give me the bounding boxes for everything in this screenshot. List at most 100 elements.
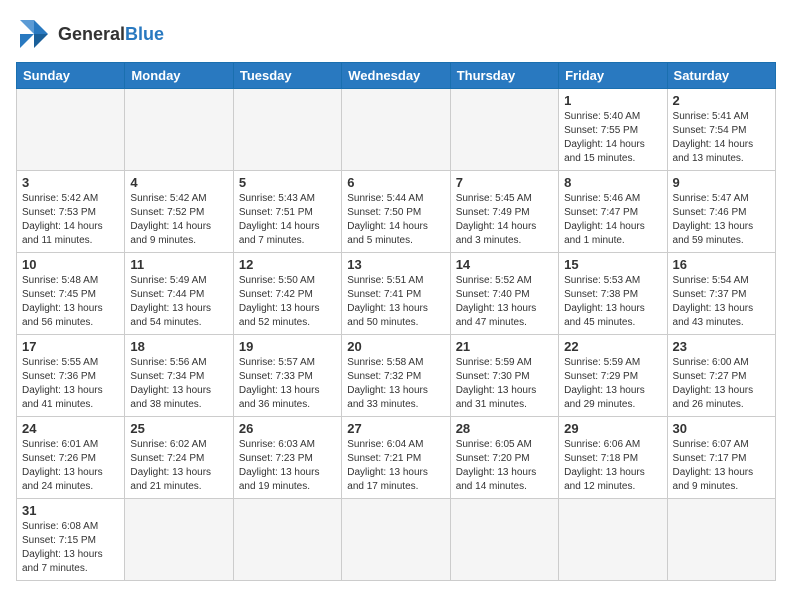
day-cell: 1 Sunrise: 5:40 AM Sunset: 7:55 PM Daylig…: [559, 89, 667, 171]
weekday-thursday: Thursday: [450, 63, 558, 89]
day-number: 15: [564, 257, 661, 272]
weekday-saturday: Saturday: [667, 63, 775, 89]
day-info: Sunrise: 5:40 AM Sunset: 7:55 PM Dayligh…: [564, 110, 661, 166]
day-cell: 21Sunrise: 5:59 AM Sunset: 7:30 PM Dayli…: [450, 335, 558, 417]
day-cell: [450, 499, 558, 581]
day-number: 17: [22, 339, 119, 354]
logo: GeneralBlue: [16, 16, 164, 52]
day-number: 23: [673, 339, 770, 354]
logo-text: GeneralBlue: [58, 24, 164, 45]
day-number: 10: [22, 257, 119, 272]
day-number: 2: [673, 93, 770, 108]
day-number: 24: [22, 421, 119, 436]
day-cell: [125, 499, 233, 581]
week-row-4: 24 Sunrise: 6:01 AM Sunset: 7:26 PM Dayli…: [17, 417, 776, 499]
day-cell: 22Sunrise: 5:59 AM Sunset: 7:29 PM Dayli…: [559, 335, 667, 417]
day-number: 5: [239, 175, 336, 190]
day-cell: 9 Sunrise: 5:47 AM Sunset: 7:46 PM Daylig…: [667, 171, 775, 253]
day-number: 28: [456, 421, 553, 436]
day-number: 1: [564, 93, 661, 108]
weekday-wednesday: Wednesday: [342, 63, 450, 89]
day-cell: [667, 499, 775, 581]
week-row-5: 31 Sunrise: 6:08 AM Sunset: 7:15 PM Dayli…: [17, 499, 776, 581]
day-cell: 17 Sunrise: 5:55 AM Sunset: 7:36 PM Dayli…: [17, 335, 125, 417]
day-number: 9: [673, 175, 770, 190]
logo-icon: [16, 16, 52, 52]
day-cell: 24 Sunrise: 6:01 AM Sunset: 7:26 PM Dayli…: [17, 417, 125, 499]
day-cell: 26 Sunrise: 6:03 AM Sunset: 7:23 PM Dayli…: [233, 417, 341, 499]
week-row-1: 3Sunrise: 5:42 AM Sunset: 7:53 PM Daylig…: [17, 171, 776, 253]
weekday-tuesday: Tuesday: [233, 63, 341, 89]
day-number: 26: [239, 421, 336, 436]
day-number: 14: [456, 257, 553, 272]
day-info: Sunrise: 5:47 AM Sunset: 7:46 PM Dayligh…: [673, 192, 770, 248]
day-number: 31: [22, 503, 119, 518]
day-info: Sunrise: 5:54 AM Sunset: 7:37 PM Dayligh…: [673, 274, 770, 330]
day-cell: 27 Sunrise: 6:04 AM Sunset: 7:21 PM Dayli…: [342, 417, 450, 499]
day-number: 25: [130, 421, 227, 436]
day-info: Sunrise: 5:45 AM Sunset: 7:49 PM Dayligh…: [456, 192, 553, 248]
day-number: 19: [239, 339, 336, 354]
weekday-friday: Friday: [559, 63, 667, 89]
day-cell: 6Sunrise: 5:44 AM Sunset: 7:50 PM Daylig…: [342, 171, 450, 253]
day-info: Sunrise: 6:01 AM Sunset: 7:26 PM Dayligh…: [22, 438, 119, 494]
day-number: 22: [564, 339, 661, 354]
day-cell: 19 Sunrise: 5:57 AM Sunset: 7:33 PM Dayli…: [233, 335, 341, 417]
day-info: Sunrise: 5:57 AM Sunset: 7:33 PM Dayligh…: [239, 356, 336, 412]
day-number: 12: [239, 257, 336, 272]
day-cell: [559, 499, 667, 581]
day-info: Sunrise: 5:48 AM Sunset: 7:45 PM Dayligh…: [22, 274, 119, 330]
day-info: Sunrise: 5:50 AM Sunset: 7:42 PM Dayligh…: [239, 274, 336, 330]
day-number: 30: [673, 421, 770, 436]
week-row-3: 17 Sunrise: 5:55 AM Sunset: 7:36 PM Dayli…: [17, 335, 776, 417]
day-number: 29: [564, 421, 661, 436]
day-info: Sunrise: 6:05 AM Sunset: 7:20 PM Dayligh…: [456, 438, 553, 494]
day-cell: [342, 89, 450, 171]
day-number: 4: [130, 175, 227, 190]
day-cell: 23 Sunrise: 6:00 AM Sunset: 7:27 PM Dayli…: [667, 335, 775, 417]
day-cell: 18Sunrise: 5:56 AM Sunset: 7:34 PM Dayli…: [125, 335, 233, 417]
weekday-monday: Monday: [125, 63, 233, 89]
day-info: Sunrise: 5:53 AM Sunset: 7:38 PM Dayligh…: [564, 274, 661, 330]
day-number: 20: [347, 339, 444, 354]
header: GeneralBlue: [16, 16, 776, 52]
day-cell: 15 Sunrise: 5:53 AM Sunset: 7:38 PM Dayli…: [559, 253, 667, 335]
day-info: Sunrise: 5:55 AM Sunset: 7:36 PM Dayligh…: [22, 356, 119, 412]
day-info: Sunrise: 5:51 AM Sunset: 7:41 PM Dayligh…: [347, 274, 444, 330]
day-info: Sunrise: 5:41 AM Sunset: 7:54 PM Dayligh…: [673, 110, 770, 166]
day-info: Sunrise: 5:59 AM Sunset: 7:30 PM Dayligh…: [456, 356, 553, 412]
day-cell: 25Sunrise: 6:02 AM Sunset: 7:24 PM Dayli…: [125, 417, 233, 499]
weekday-header-row: SundayMondayTuesdayWednesdayThursdayFrid…: [17, 63, 776, 89]
day-info: Sunrise: 6:00 AM Sunset: 7:27 PM Dayligh…: [673, 356, 770, 412]
day-number: 7: [456, 175, 553, 190]
week-row-2: 10 Sunrise: 5:48 AM Sunset: 7:45 PM Dayli…: [17, 253, 776, 335]
day-cell: 28 Sunrise: 6:05 AM Sunset: 7:20 PM Dayli…: [450, 417, 558, 499]
week-row-0: 1 Sunrise: 5:40 AM Sunset: 7:55 PM Daylig…: [17, 89, 776, 171]
day-cell: 20Sunrise: 5:58 AM Sunset: 7:32 PM Dayli…: [342, 335, 450, 417]
day-number: 11: [130, 257, 227, 272]
calendar-table: SundayMondayTuesdayWednesdayThursdayFrid…: [16, 62, 776, 581]
day-info: Sunrise: 6:03 AM Sunset: 7:23 PM Dayligh…: [239, 438, 336, 494]
day-info: Sunrise: 5:46 AM Sunset: 7:47 PM Dayligh…: [564, 192, 661, 248]
day-cell: 5Sunrise: 5:43 AM Sunset: 7:51 PM Daylig…: [233, 171, 341, 253]
day-number: 8: [564, 175, 661, 190]
day-info: Sunrise: 5:42 AM Sunset: 7:53 PM Dayligh…: [22, 192, 119, 248]
day-cell: 12 Sunrise: 5:50 AM Sunset: 7:42 PM Dayli…: [233, 253, 341, 335]
day-number: 16: [673, 257, 770, 272]
day-info: Sunrise: 6:06 AM Sunset: 7:18 PM Dayligh…: [564, 438, 661, 494]
day-info: Sunrise: 5:56 AM Sunset: 7:34 PM Dayligh…: [130, 356, 227, 412]
day-cell: 10 Sunrise: 5:48 AM Sunset: 7:45 PM Dayli…: [17, 253, 125, 335]
day-cell: [342, 499, 450, 581]
day-cell: 14Sunrise: 5:52 AM Sunset: 7:40 PM Dayli…: [450, 253, 558, 335]
day-number: 6: [347, 175, 444, 190]
day-info: Sunrise: 5:49 AM Sunset: 7:44 PM Dayligh…: [130, 274, 227, 330]
day-cell: [233, 499, 341, 581]
day-info: Sunrise: 6:08 AM Sunset: 7:15 PM Dayligh…: [22, 520, 119, 576]
day-number: 13: [347, 257, 444, 272]
day-cell: 7 Sunrise: 5:45 AM Sunset: 7:49 PM Daylig…: [450, 171, 558, 253]
day-cell: 30Sunrise: 6:07 AM Sunset: 7:17 PM Dayli…: [667, 417, 775, 499]
day-cell: 11 Sunrise: 5:49 AM Sunset: 7:44 PM Dayli…: [125, 253, 233, 335]
day-number: 27: [347, 421, 444, 436]
day-cell: 8 Sunrise: 5:46 AM Sunset: 7:47 PM Daylig…: [559, 171, 667, 253]
day-info: Sunrise: 6:04 AM Sunset: 7:21 PM Dayligh…: [347, 438, 444, 494]
